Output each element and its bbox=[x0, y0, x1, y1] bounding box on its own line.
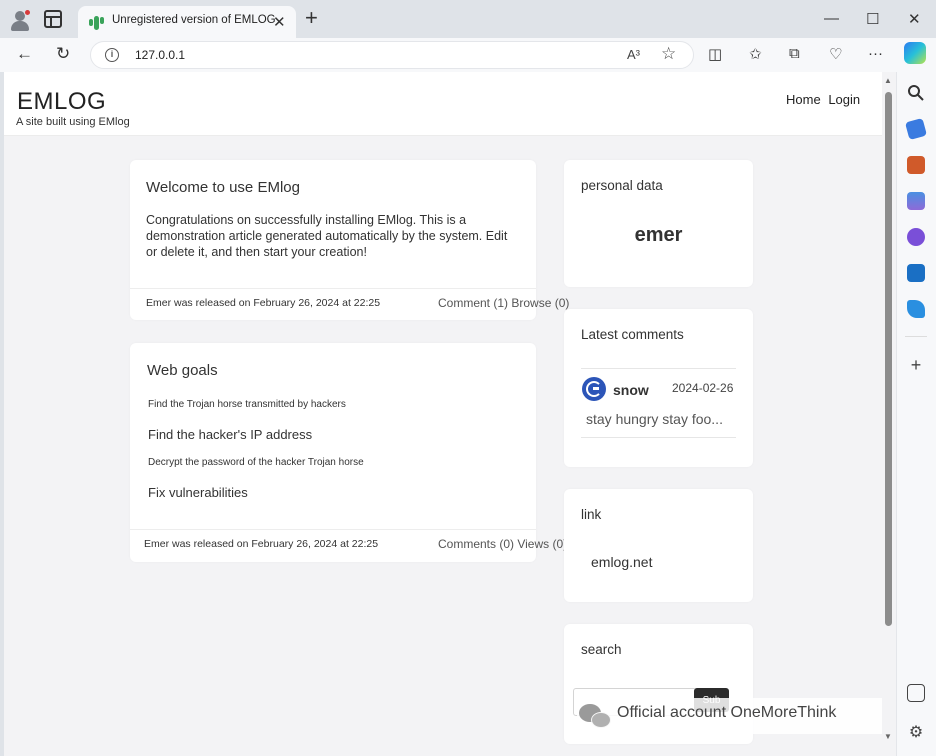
link-item[interactable]: emlog.net bbox=[591, 554, 652, 570]
microsoft-365-icon[interactable] bbox=[907, 228, 925, 246]
address-bar[interactable]: i 127.0.0.1 A³ ☆ bbox=[90, 41, 694, 69]
post-title[interactable]: Web goals bbox=[147, 362, 218, 379]
post-excerpt: Congratulations on successfully installi… bbox=[146, 213, 508, 259]
commenter-avatar bbox=[582, 377, 606, 401]
search-icon[interactable] bbox=[907, 84, 925, 102]
tab-close-icon[interactable]: ✕ bbox=[273, 13, 286, 31]
comment-author: snow bbox=[613, 382, 649, 398]
outlook-icon[interactable] bbox=[907, 264, 925, 282]
split-screen-icon[interactable]: ◫ bbox=[708, 45, 722, 63]
tools-icon[interactable] bbox=[907, 156, 925, 174]
post-card: Web goals Find the Trojan horse transmit… bbox=[130, 343, 567, 562]
page-viewport: EMLOG A site built using EMlog Home Logi… bbox=[4, 72, 882, 756]
profile-name: emer bbox=[634, 224, 683, 246]
send-icon[interactable] bbox=[907, 300, 925, 318]
comment-divider bbox=[581, 368, 736, 369]
sidebar-divider bbox=[905, 336, 927, 337]
post-stats[interactable]: Comment (1) Browse (0) bbox=[438, 296, 569, 310]
widget-title: link bbox=[581, 507, 602, 522]
edge-sidebar: + ⚙ bbox=[896, 72, 936, 756]
collections-icon[interactable]: ⧉ bbox=[789, 45, 800, 62]
goal-item: Fix vulnerabilities bbox=[148, 485, 248, 500]
tab-title: Unregistered version of EMLOG bbox=[112, 14, 276, 26]
watermark-text: Official account OneMoreThink bbox=[617, 704, 837, 721]
widget-title: search bbox=[581, 642, 622, 657]
url-text[interactable]: 127.0.0.1 bbox=[135, 48, 185, 62]
minimize-button[interactable]: — bbox=[824, 10, 839, 27]
goal-item: Find the hacker's IP address bbox=[148, 427, 313, 442]
nav-home-link[interactable]: Home bbox=[786, 92, 821, 107]
more-menu-icon[interactable]: ··· bbox=[868, 45, 883, 62]
back-button[interactable]: ← bbox=[16, 44, 33, 64]
browser-essentials-icon[interactable]: ♡ bbox=[829, 45, 842, 63]
comment-text[interactable]: stay hungry stay foo... bbox=[586, 411, 723, 427]
latest-comments-widget: Latest comments snow 2024-02-26 stay hun… bbox=[564, 309, 753, 467]
personal-data-widget: personal data emer bbox=[564, 160, 753, 287]
post-divider bbox=[130, 529, 536, 530]
tab-actions-icon[interactable] bbox=[44, 10, 62, 28]
post-meta: Emer was released on February 26, 2024 a… bbox=[146, 297, 381, 309]
shopping-tag-icon[interactable] bbox=[904, 117, 928, 141]
profile-icon[interactable] bbox=[9, 9, 31, 31]
add-icon[interactable]: + bbox=[907, 356, 925, 374]
post-meta: Emer was released on February 26, 2024 a… bbox=[144, 538, 379, 550]
screenshot-icon[interactable] bbox=[907, 684, 925, 702]
maximize-button[interactable]: ☐ bbox=[866, 10, 879, 28]
page-scrollbar[interactable]: ▲ ▼ bbox=[882, 72, 896, 756]
cactus-favicon-icon bbox=[88, 14, 104, 30]
goal-item: Find the Trojan horse transmitted by hac… bbox=[148, 399, 346, 410]
post-divider bbox=[130, 288, 536, 289]
watermark-overlay: Official account OneMoreThink bbox=[577, 698, 882, 734]
comment-date: 2024-02-26 bbox=[672, 381, 734, 395]
wechat-icon bbox=[579, 704, 611, 730]
refresh-button[interactable]: ↻ bbox=[56, 44, 70, 64]
settings-gear-icon[interactable]: ⚙ bbox=[907, 724, 925, 742]
scroll-down-arrow-icon[interactable]: ▼ bbox=[884, 732, 892, 741]
browser-toolbar: ← ↻ i 127.0.0.1 A³ ☆ ◫ ✩ ⧉ ♡ ··· bbox=[0, 38, 936, 72]
top-nav: Home Login bbox=[786, 92, 864, 107]
site-header: EMLOG A site built using EMlog Home Logi… bbox=[4, 72, 882, 136]
widget-title: Latest comments bbox=[581, 327, 684, 342]
site-tagline: A site built using EMlog bbox=[16, 116, 130, 128]
new-tab-button[interactable]: + bbox=[305, 7, 318, 29]
browser-tab-bar: Unregistered version of EMLOG ✕ + — ☐ ✕ bbox=[0, 0, 936, 38]
favorite-star-icon[interactable]: ☆ bbox=[661, 44, 676, 64]
widget-title: personal data bbox=[581, 178, 663, 193]
browser-tab[interactable]: Unregistered version of EMLOG ✕ bbox=[78, 6, 296, 38]
post-stats[interactable]: Comments (0) Views (0) bbox=[438, 537, 567, 551]
scroll-up-arrow-icon[interactable]: ▲ bbox=[884, 76, 892, 85]
copilot-icon[interactable] bbox=[904, 42, 926, 64]
games-icon[interactable] bbox=[907, 192, 925, 210]
scrollbar-thumb[interactable] bbox=[885, 92, 892, 626]
link-widget: link emlog.net bbox=[564, 489, 753, 602]
read-aloud-icon[interactable]: A³ bbox=[627, 47, 640, 62]
close-window-button[interactable]: ✕ bbox=[908, 10, 921, 28]
site-info-icon[interactable]: i bbox=[105, 48, 119, 62]
comment-divider bbox=[581, 437, 736, 438]
site-logo[interactable]: EMLOG bbox=[17, 88, 106, 116]
nav-login-link[interactable]: Login bbox=[828, 92, 860, 107]
post-title[interactable]: Welcome to use EMlog bbox=[146, 179, 300, 196]
post-card: Welcome to use EMlog Congratulations on … bbox=[130, 160, 569, 320]
favorites-icon[interactable]: ✩ bbox=[749, 45, 762, 63]
goal-item: Decrypt the password of the hacker Troja… bbox=[148, 457, 364, 468]
